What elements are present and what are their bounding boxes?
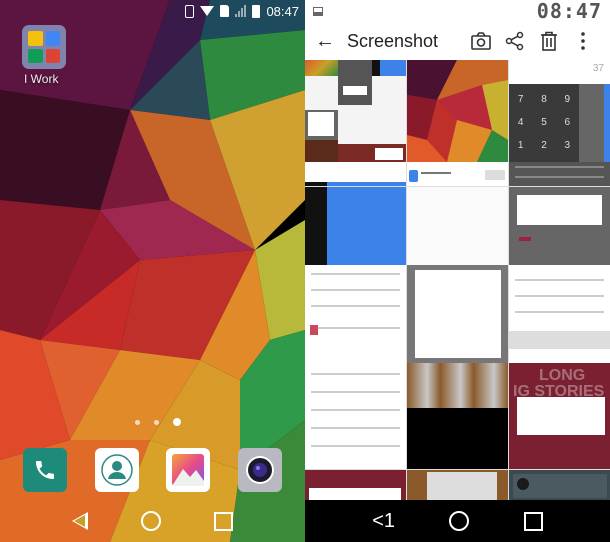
- camera-app[interactable]: [238, 448, 282, 492]
- calc-key: 8: [541, 94, 547, 105]
- status-time: 08:47: [536, 0, 602, 23]
- vibrate-icon: [185, 4, 195, 18]
- screenshot-gallery: 08:47 ← Screenshot 37 7 8 9 4 5 6 1 2 3 …: [305, 0, 610, 542]
- share-button[interactable]: [498, 26, 532, 56]
- navigation-bar: <1: [305, 500, 610, 542]
- thumbnail-calculator-advanced[interactable]: [305, 186, 406, 265]
- no-sim-icon: [220, 5, 230, 17]
- calc-key: 1: [517, 140, 524, 151]
- wallpaper-thumbnail: [407, 60, 508, 162]
- thumbnail-wallpaper[interactable]: [407, 60, 508, 162]
- trash-icon: [541, 31, 557, 51]
- calc-display: 37: [509, 60, 610, 84]
- status-bar: 08:47: [305, 0, 610, 23]
- thumbnail-app-page[interactable]: [407, 162, 508, 187]
- app-folder[interactable]: [22, 25, 66, 69]
- page-indicator: [0, 418, 305, 426]
- toolbar: ← Screenshot: [305, 22, 610, 60]
- phone-icon: [36, 461, 54, 479]
- delete-button[interactable]: [532, 26, 566, 56]
- thumbnail-rubiks-cubes[interactable]: [407, 363, 508, 470]
- more-vert-icon: [581, 32, 585, 50]
- dock: [0, 448, 305, 492]
- thumbnail-grid: 37 7 8 9 4 5 6 1 2 3 LONG IG STORIES: [305, 60, 610, 500]
- calc-key: 3: [564, 140, 571, 151]
- contacts-icon: [101, 454, 133, 486]
- drive-icon: [28, 31, 43, 46]
- thumbnail-white[interactable]: [407, 186, 508, 265]
- signal-icon: [235, 5, 247, 17]
- status-bar: 08:47: [0, 0, 305, 22]
- back-button[interactable]: <1: [372, 510, 395, 533]
- album-title: Screenshot: [347, 30, 439, 51]
- thumbnail-ig-stories[interactable]: LONG IG STORIES: [509, 363, 610, 470]
- home-button[interactable]: [449, 511, 470, 531]
- recent-apps-button[interactable]: [214, 511, 234, 531]
- camera-icon: [471, 32, 491, 50]
- thumbnail-dialog-gray[interactable]: [509, 186, 610, 265]
- camera-icon: [246, 456, 274, 484]
- docs-icon: [45, 31, 60, 46]
- calc-key: 7: [517, 94, 524, 105]
- battery-icon: [252, 4, 261, 18]
- navigation-bar: [0, 500, 305, 542]
- wifi-icon: [200, 6, 215, 16]
- thumbnail-collage[interactable]: [305, 60, 406, 162]
- thumbnail-blank[interactable]: [305, 162, 406, 187]
- camera-button[interactable]: [464, 26, 498, 56]
- calc-key: 5: [541, 117, 547, 128]
- thumbnail-dialog[interactable]: [407, 264, 508, 363]
- slides-icon: [45, 48, 60, 63]
- screenshot-indicator-icon: [313, 6, 323, 16]
- thumbnail-rubiks-cube-closeup[interactable]: [407, 469, 508, 500]
- page-dot[interactable]: [134, 419, 140, 425]
- page-dot[interactable]: [153, 419, 159, 425]
- back-arrow-icon[interactable]: ←: [315, 30, 335, 53]
- calc-key: 2: [541, 140, 547, 151]
- share-icon: [505, 31, 524, 51]
- thumbnail-menu[interactable]: [509, 264, 610, 363]
- gallery-app[interactable]: [166, 448, 210, 492]
- thumbnail-settings-dark[interactable]: [509, 162, 610, 187]
- calc-key: 4: [517, 117, 524, 128]
- folder-label: I Work: [24, 72, 59, 86]
- phone-app[interactable]: [23, 448, 67, 492]
- page-dot-active[interactable]: [172, 418, 181, 426]
- thumbnail-rename-dialog[interactable]: [305, 469, 406, 500]
- sheets-icon: [28, 48, 43, 63]
- back-button[interactable]: [71, 512, 88, 530]
- recent-apps-button[interactable]: [523, 511, 543, 531]
- status-time: 08:47: [266, 3, 299, 19]
- thumbnail-notifications[interactable]: [305, 264, 406, 363]
- thumbnail-calculator[interactable]: 37 7 8 9 4 5 6 1 2 3: [509, 60, 610, 162]
- more-options-button[interactable]: [566, 26, 600, 56]
- calc-key: 9: [564, 94, 571, 105]
- calc-key: 6: [564, 117, 571, 128]
- home-button[interactable]: [140, 511, 161, 531]
- thumbnail-story-item[interactable]: [509, 469, 610, 500]
- gallery-icon: [172, 454, 204, 486]
- home-screen: 08:47 I Work: [0, 0, 305, 542]
- contacts-app[interactable]: [95, 448, 139, 492]
- calc-keypad: 7 8 9 4 5 6 1 2 3: [509, 84, 579, 151]
- thumbnail-options-list[interactable]: [305, 363, 406, 470]
